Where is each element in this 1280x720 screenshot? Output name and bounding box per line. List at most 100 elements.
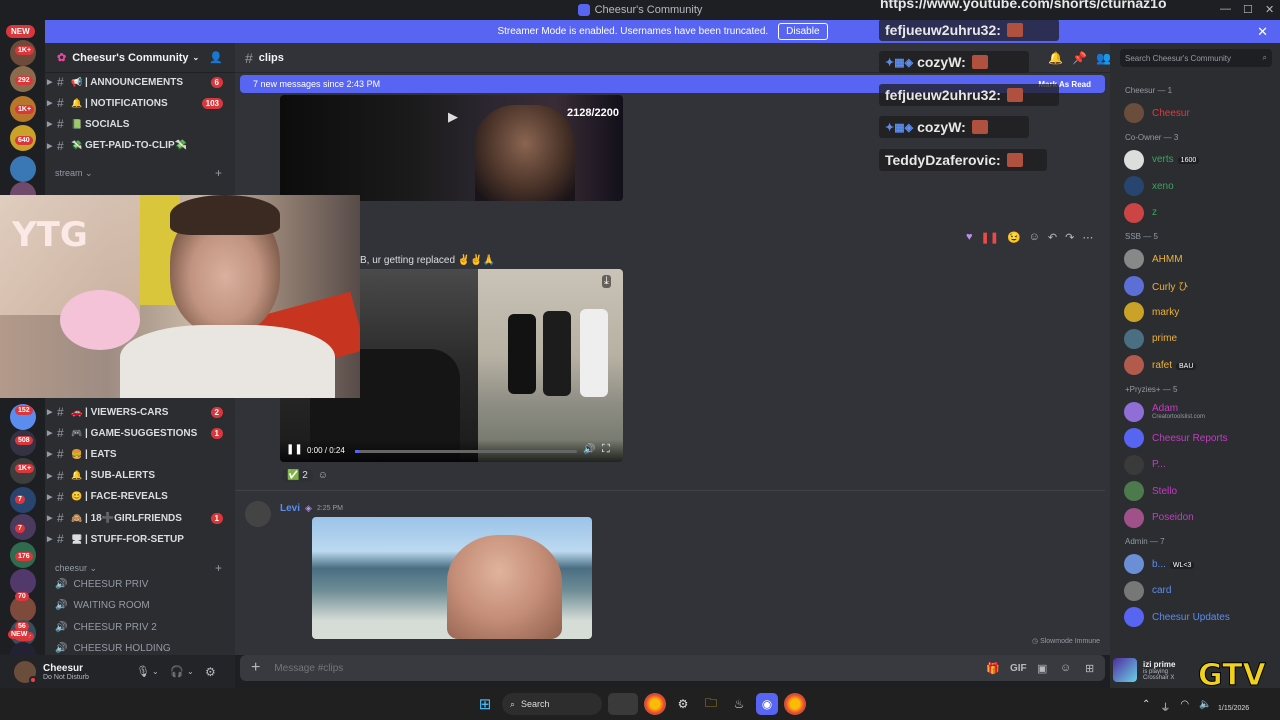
member-item[interactable]: Adam Creatortoolslist.com — [1124, 401, 1274, 423]
channel-item[interactable]: ▶ # 📢 | ANNOUNCEMENTS 6 — [45, 72, 235, 92]
member-item[interactable]: Cheesur Updates — [1124, 606, 1274, 628]
add-voice-channel-icon[interactable]: + — [215, 561, 222, 575]
add-channel-icon[interactable]: + — [215, 166, 222, 180]
add-reaction-small-icon[interactable]: ☺ — [318, 470, 328, 481]
member-item[interactable]: AHMM — [1124, 248, 1274, 270]
search-icon[interactable]: ⌕ — [1263, 53, 1267, 63]
member-item[interactable]: prime — [1124, 328, 1274, 350]
category-cheesur[interactable]: cheesur ⌄ — [55, 563, 97, 574]
gif-icon[interactable]: GIF — [1010, 663, 1027, 674]
pause-reaction-icon[interactable]: ❚❚ — [981, 231, 999, 244]
channel-item[interactable]: ▶ # 🎮 | GAME-SUGGESTIONS 1 — [45, 423, 235, 443]
message-composer[interactable]: + 🎁 GIF ▣ ☺ ⊞ — [240, 655, 1105, 681]
member-item[interactable]: Cheesur — [1124, 102, 1274, 124]
add-friend-icon[interactable]: 👤 — [209, 51, 223, 64]
channel-item[interactable]: ▶ # 🔔 | NOTIFICATIONS 103 — [45, 93, 235, 113]
member-item[interactable]: card — [1124, 580, 1274, 602]
windows-start-icon[interactable]: ⊞ — [474, 693, 496, 715]
apps-icon[interactable]: ⊞ — [1085, 662, 1094, 675]
maximize-icon[interactable]: ☐ — [1243, 3, 1253, 16]
channel-item[interactable]: ▶ # 🍔 | EATS — [45, 444, 235, 464]
member-item[interactable]: P... — [1124, 454, 1274, 476]
check-reaction[interactable]: ✅ 2 — [282, 469, 313, 482]
video-embed-3[interactable] — [312, 517, 592, 639]
member-item[interactable]: xeno — [1124, 175, 1274, 197]
minimize-icon[interactable]: — — [1220, 3, 1231, 15]
member-item[interactable]: Poseidon — [1124, 507, 1274, 529]
emoji-icon[interactable]: ☺ — [1060, 662, 1071, 674]
category-stream[interactable]: stream ⌄ — [55, 168, 93, 179]
member-item[interactable]: rafet BAU — [1124, 354, 1274, 376]
server-icon[interactable] — [10, 156, 36, 182]
channel-item[interactable]: ▶ # 📗 SOCIALS — [45, 114, 235, 134]
channel-hash-icon: # — [57, 468, 64, 483]
message-input[interactable] — [274, 662, 915, 674]
channel-item[interactable]: ▶ # 🖥 | STUFF-FOR-SETUP — [45, 529, 235, 549]
voice-channel-item[interactable]: 🔊 CHEESUR HOLDING — [55, 643, 171, 654]
channel-item[interactable]: ▶ # 💸 GET-PAID-TO-CLIP💸 — [45, 136, 235, 156]
tray-chevron-icon[interactable]: ⌃ — [1142, 699, 1150, 714]
taskbar-search[interactable]: ⌕ Search — [502, 693, 602, 715]
reply-icon[interactable]: ↶ — [1048, 231, 1057, 244]
members-icon[interactable]: 👥 — [1096, 51, 1111, 65]
search-box[interactable]: Search Cheesur's Community ⌕ — [1120, 49, 1272, 67]
attach-plus-icon[interactable]: + — [251, 659, 260, 677]
tray-usb-icon[interactable]: ⏚ — [1160, 699, 1170, 714]
bell-icon[interactable]: 🔔 — [1048, 51, 1063, 65]
message-3-author[interactable]: Levi — [280, 503, 300, 514]
new-messages-text: 7 new messages since 2:43 PM — [253, 79, 381, 89]
member-item[interactable]: marky — [1124, 301, 1274, 323]
settings-gear-icon[interactable]: ⚙ — [205, 665, 216, 679]
channel-item[interactable]: ▶ # 🙈 | 18➕GIRLFRIENDS 1 — [45, 508, 235, 528]
heart-reaction-icon[interactable]: ♥ — [966, 231, 973, 244]
member-item[interactable]: Stello — [1124, 480, 1274, 502]
fullscreen-icon[interactable]: ⛶ — [602, 443, 610, 456]
voice-channel-item[interactable]: 🔊 WAITING ROOM — [55, 600, 150, 611]
headphones-icon[interactable]: 🎧 — [170, 665, 184, 678]
discord-taskbar-icon[interactable]: ◉ — [756, 693, 778, 715]
pin-icon[interactable]: 📌 — [1072, 51, 1087, 65]
member-item[interactable]: Curly ひ — [1124, 275, 1274, 297]
close-window-icon[interactable]: ✕ — [1265, 3, 1274, 16]
channel-item[interactable]: ▶ # 🚗 | VIEWERS-CARS 2 — [45, 402, 235, 422]
steam-icon[interactable]: ♨ — [728, 693, 750, 715]
member-item[interactable]: Cheesur Reports — [1124, 427, 1274, 449]
chrome-icon[interactable] — [644, 693, 666, 715]
activity-card[interactable]: izi prime is playing Crosshair X — [1110, 654, 1210, 686]
server-header[interactable]: ✿ Cheesur's Community ⌄ 👤 — [45, 43, 235, 73]
chrome-profile-icon[interactable] — [784, 693, 806, 715]
download-icon[interactable]: ⤓ — [602, 275, 611, 288]
volume-tray-icon[interactable]: 🔈 — [1199, 699, 1211, 714]
microphone-icon[interactable]: 🎙 — [136, 665, 150, 678]
add-reaction-icon[interactable]: ☺ — [1029, 231, 1040, 244]
voice-channel-item[interactable]: 🔊 CHEESUR PRIV 2 — [55, 622, 157, 633]
wifi-icon[interactable]: ◠ — [1180, 699, 1189, 714]
progress-bar[interactable] — [355, 450, 577, 453]
channel-mention-count: 1 — [210, 512, 223, 524]
member-item[interactable]: verts 1600 — [1124, 149, 1274, 171]
emoji-reaction-icon[interactable]: 😉 — [1007, 231, 1021, 244]
member-item[interactable]: z — [1124, 202, 1274, 224]
play-icon[interactable]: ▶ — [448, 109, 458, 125]
user-avatar[interactable] — [14, 660, 37, 684]
channel-item[interactable]: ▶ # 🔔 | SUB-ALERTS — [45, 466, 235, 486]
mic-options-chevron-icon[interactable]: ⌄ — [152, 667, 159, 676]
slowmode-label: ◷ Slowmode Immune — [1032, 638, 1100, 645]
gift-icon[interactable]: 🎁 — [986, 662, 1000, 675]
member-item[interactable]: b... WL<3 — [1124, 553, 1274, 575]
sticker-icon[interactable]: ▣ — [1037, 662, 1047, 675]
audio-options-chevron-icon[interactable]: ⌄ — [187, 667, 194, 676]
settings-app-icon[interactable]: ⚙ — [672, 693, 694, 715]
more-options-icon[interactable]: ⋯ — [1082, 231, 1093, 244]
channel-item[interactable]: ▶ # 😊 | FACE-REVEALS — [45, 487, 235, 507]
widget-icon[interactable] — [608, 693, 638, 715]
video-embed-1[interactable]: ▶ 2128/2200 — [280, 95, 623, 201]
volume-icon[interactable]: 🔊 — [583, 444, 595, 455]
forward-icon[interactable]: ↷ — [1065, 231, 1074, 244]
disable-button[interactable]: Disable — [778, 23, 828, 40]
banner-close-icon[interactable]: ✕ — [1257, 24, 1268, 40]
voice-channel-item[interactable]: 🔊 CHEESUR PRIV — [55, 579, 148, 590]
pause-icon[interactable]: ❚❚ — [286, 444, 303, 455]
file-explorer-icon[interactable]: 🗀 — [700, 693, 722, 715]
levi-avatar[interactable] — [245, 501, 271, 527]
